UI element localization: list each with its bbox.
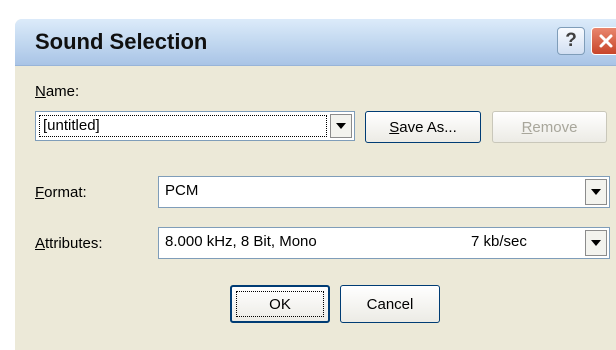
help-button[interactable]: ? <box>557 27 585 55</box>
attributes-rate: 7 kb/sec <box>471 233 527 250</box>
name-dropdown-button[interactable] <box>330 114 352 138</box>
attributes-dropdown-button[interactable] <box>585 230 607 256</box>
ok-button[interactable]: OK <box>230 285 330 323</box>
attributes-label: Attributes: <box>35 235 103 252</box>
format-combobox[interactable]: PCM <box>158 176 610 208</box>
close-icon <box>599 34 613 48</box>
help-icon: ? <box>565 30 577 51</box>
save-as-button[interactable]: Save As... <box>365 111 481 143</box>
chevron-down-icon <box>591 240 601 246</box>
title-bar[interactable]: Sound Selection ? <box>15 19 616 66</box>
close-button[interactable] <box>591 27 616 55</box>
cancel-button[interactable]: Cancel <box>340 285 440 323</box>
sound-selection-dialog: Sound Selection ? Name: [untitled] Save … <box>14 18 616 350</box>
attributes-value: 8.000 kHz, 8 Bit, Mono <box>165 233 317 250</box>
ok-label: OK <box>269 295 291 313</box>
chevron-down-icon <box>336 123 346 129</box>
remove-button[interactable]: Remove <box>492 111 607 143</box>
format-dropdown-button[interactable] <box>585 179 607 205</box>
dialog-title: Sound Selection <box>35 29 208 54</box>
name-value: [untitled] <box>43 117 100 134</box>
chevron-down-icon <box>591 189 601 195</box>
format-label: Format: <box>35 184 87 201</box>
name-combobox[interactable]: [untitled] <box>35 111 355 141</box>
attributes-combobox[interactable]: 8.000 kHz, 8 Bit, Mono 7 kb/sec <box>158 227 610 259</box>
format-value: PCM <box>165 182 199 199</box>
cancel-label: Cancel <box>366 295 414 313</box>
name-label: Name: <box>35 83 80 100</box>
